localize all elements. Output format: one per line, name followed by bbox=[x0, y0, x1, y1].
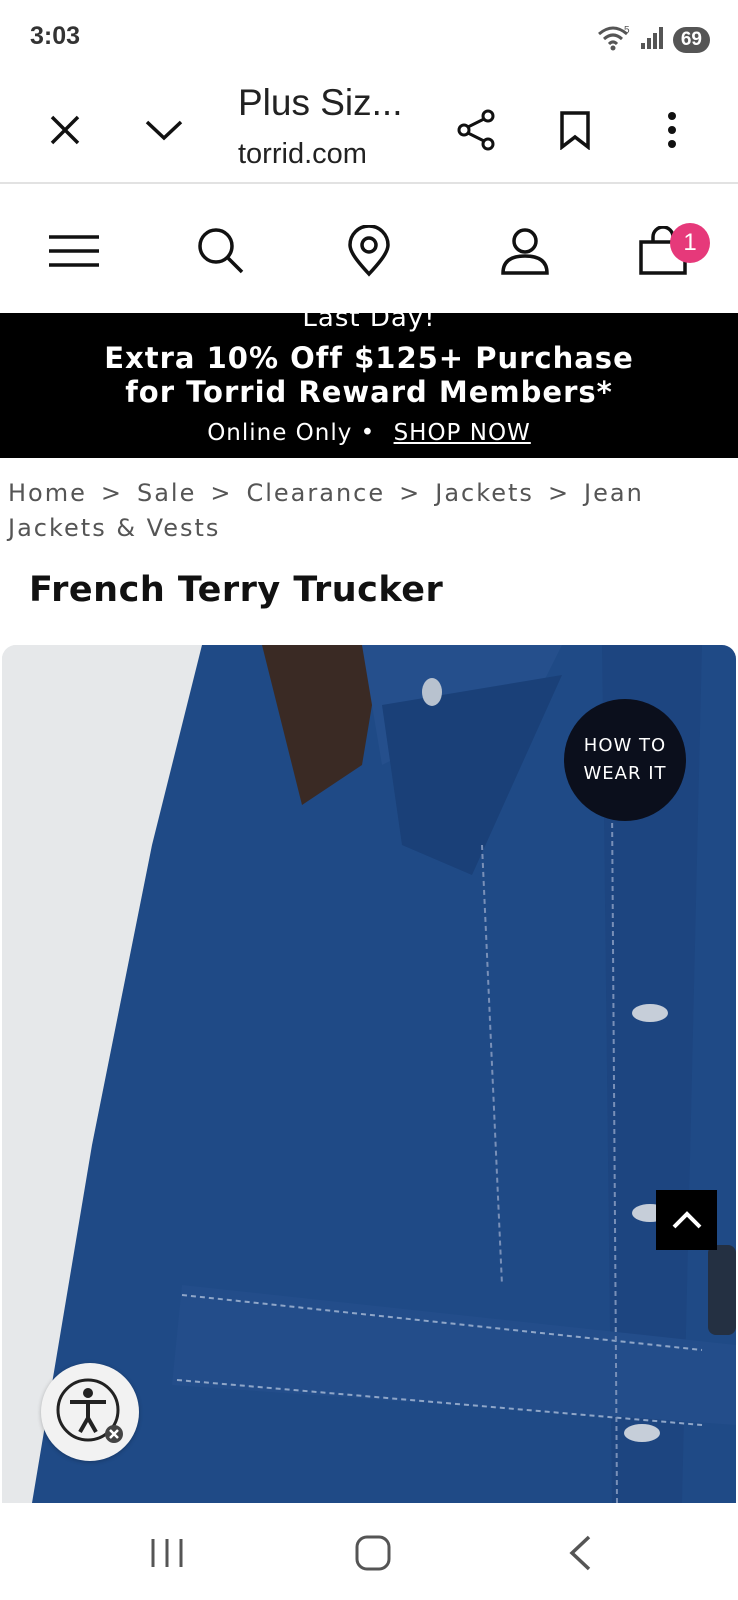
accessibility-button[interactable] bbox=[41, 1363, 139, 1461]
how-to-line-1: HOW TO bbox=[583, 735, 667, 756]
browser-toolbar: Plus Siz... torrid.com bbox=[0, 78, 738, 184]
scroll-to-top-button[interactable] bbox=[656, 1190, 717, 1250]
shop-now-link[interactable]: SHOP NOW bbox=[394, 420, 531, 446]
promo-banner[interactable]: Last Day! Extra 10% Off $125+ Purchase f… bbox=[0, 313, 738, 458]
system-nav-bar bbox=[0, 1503, 738, 1600]
svg-text:5: 5 bbox=[624, 25, 630, 36]
status-time: 3:03 bbox=[30, 22, 81, 50]
promo-line-1: Extra 10% Off $125+ Purchase bbox=[104, 341, 634, 375]
promo-top-line: Last Day! bbox=[302, 313, 436, 333]
share-icon[interactable] bbox=[446, 100, 506, 160]
close-icon[interactable] bbox=[35, 100, 95, 160]
how-to-wear-it-button[interactable]: HOW TO WEAR IT bbox=[564, 699, 686, 821]
battery-indicator: 69 bbox=[672, 27, 710, 53]
breadcrumb: Home > Sale > Clearance > Jackets > Jean Jackets… bbox=[8, 479, 644, 542]
chevron-up-icon bbox=[672, 1211, 701, 1229]
home-icon[interactable] bbox=[333, 1523, 413, 1583]
how-to-line-2: WEAR IT bbox=[583, 763, 667, 784]
store-locator-icon[interactable] bbox=[334, 216, 404, 286]
product-title: French Terry Trucker bbox=[29, 570, 444, 610]
status-icons: 5 69 bbox=[597, 24, 710, 56]
cart-count-badge[interactable]: 1 bbox=[670, 223, 710, 263]
breadcrumb-home[interactable]: Home bbox=[8, 479, 87, 507]
promo-subline: Online Only • SHOP NOW bbox=[0, 420, 738, 446]
account-icon[interactable] bbox=[490, 216, 560, 286]
promo-online-only: Online Only • bbox=[207, 420, 376, 446]
search-icon[interactable] bbox=[186, 216, 256, 286]
breadcrumb-clearance[interactable]: Clearance bbox=[246, 479, 385, 507]
more-options-icon[interactable] bbox=[642, 100, 702, 160]
promo-headline: Extra 10% Off $125+ Purchase for Torrid … bbox=[0, 341, 738, 409]
page-title-label[interactable]: Plus Siz... bbox=[238, 82, 403, 124]
promo-line-2: for Torrid Reward Members* bbox=[125, 375, 613, 409]
breadcrumb-jackets[interactable]: Jackets bbox=[435, 479, 534, 507]
wifi-icon: 5 bbox=[597, 24, 631, 56]
breadcrumb-sale[interactable]: Sale bbox=[137, 479, 196, 507]
url-domain[interactable]: torrid.com bbox=[238, 138, 368, 171]
menu-icon[interactable] bbox=[39, 216, 109, 286]
site-header bbox=[0, 186, 738, 313]
status-bar: 3:03 5 69 bbox=[0, 0, 738, 78]
bookmark-icon[interactable] bbox=[545, 100, 605, 160]
back-icon[interactable] bbox=[540, 1523, 620, 1583]
signal-icon bbox=[639, 25, 665, 55]
recent-apps-icon[interactable] bbox=[127, 1523, 207, 1583]
chevron-down-icon[interactable] bbox=[134, 100, 194, 160]
accessibility-icon bbox=[56, 1378, 123, 1443]
